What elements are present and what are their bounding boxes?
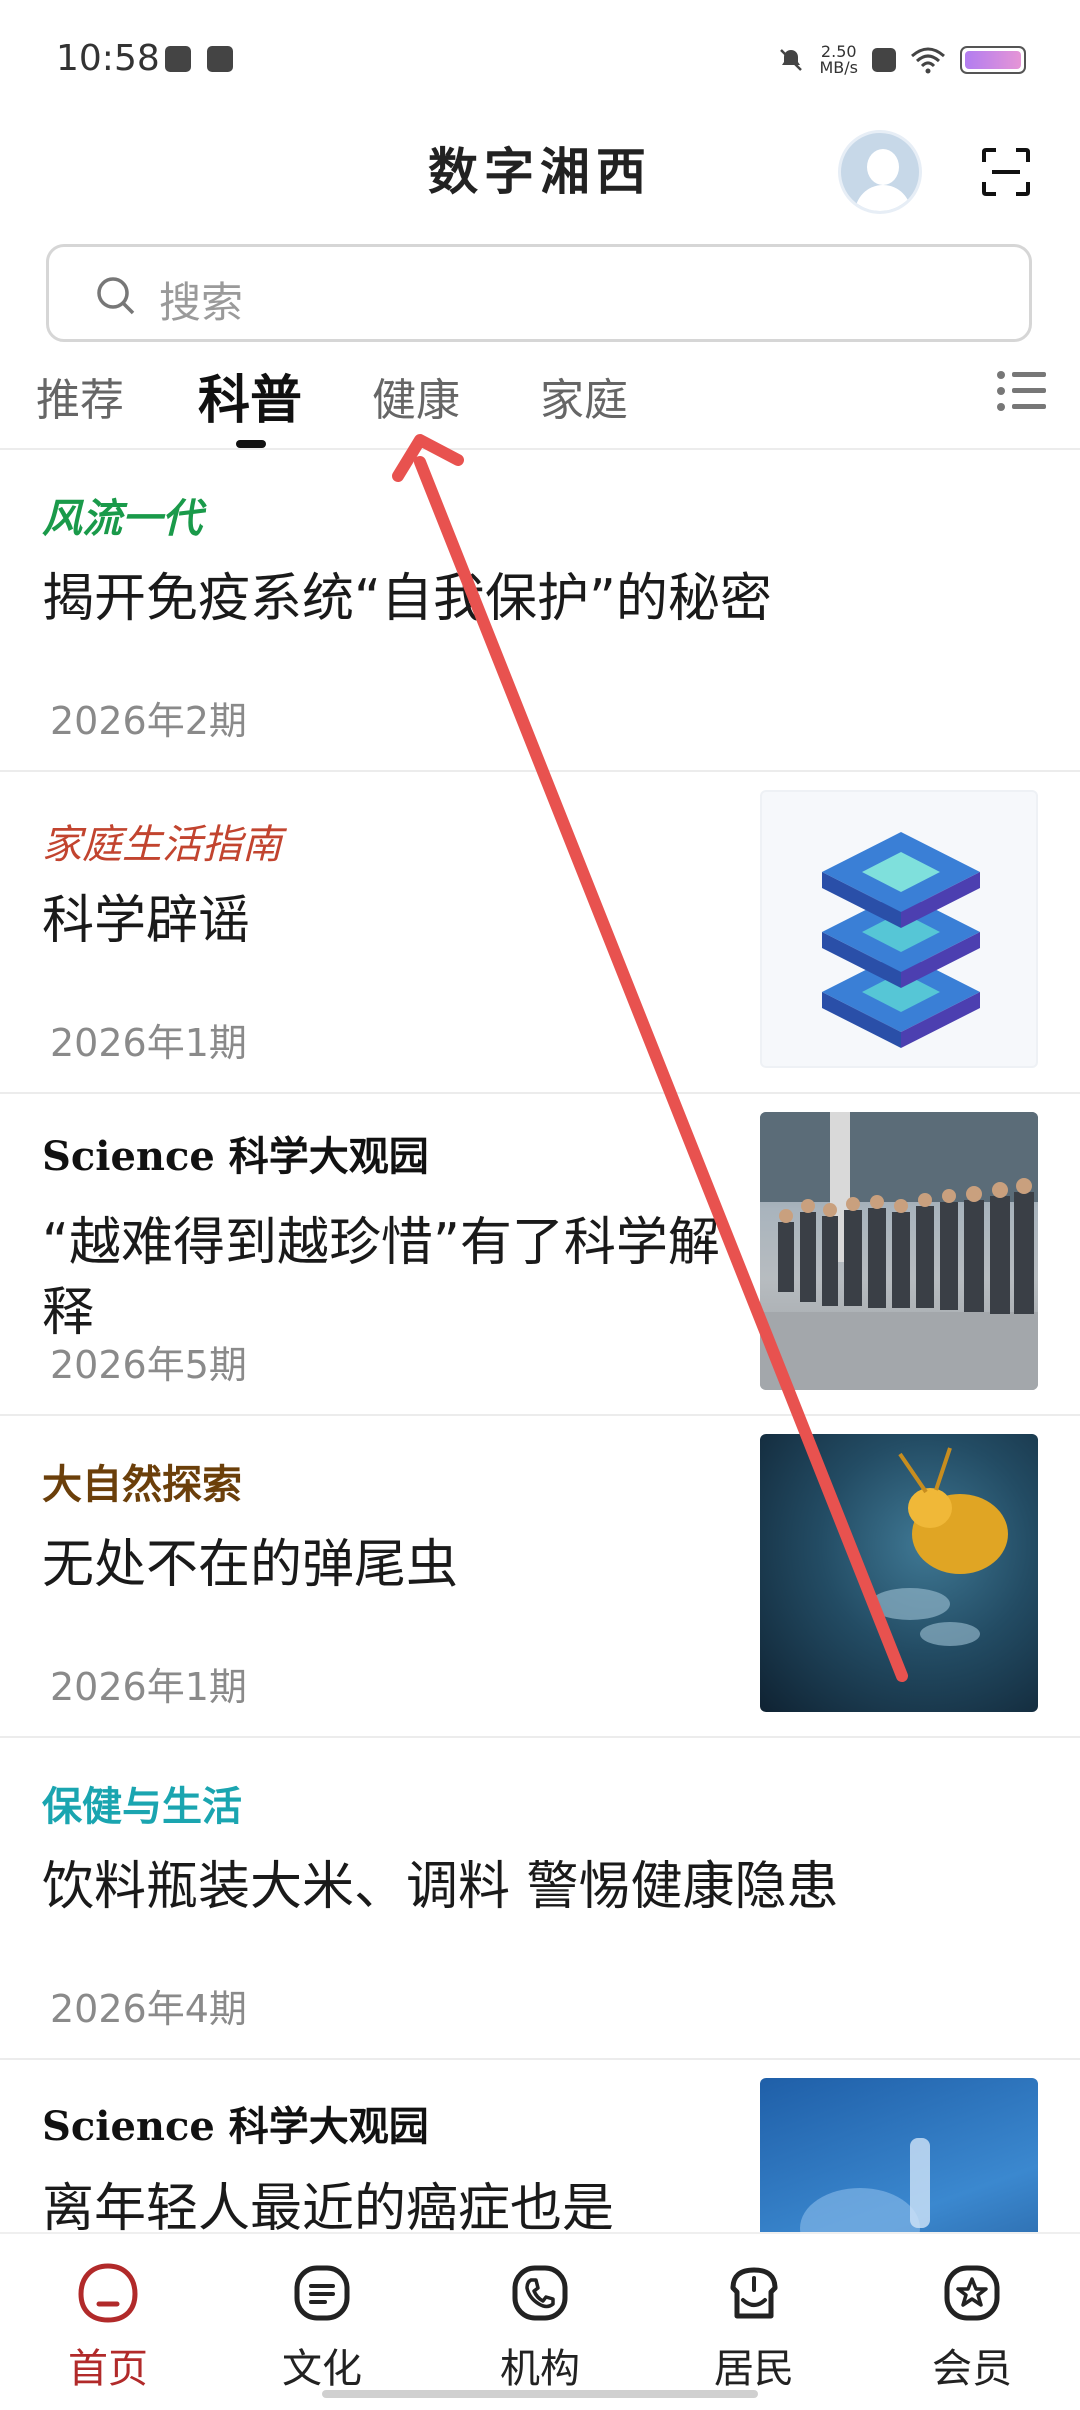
document-icon [294, 2265, 350, 2321]
list-item[interactable]: 大自然探索 无处不在的弹尾虫 2026年1期 [0, 1416, 1080, 1738]
article-issue: 2026年2期 [50, 699, 247, 743]
sim-icon [872, 48, 896, 72]
tab-family[interactable]: 家庭 [540, 364, 628, 428]
article-issue: 2026年4期 [50, 1987, 247, 2031]
wifi-icon [911, 47, 945, 74]
article-source: Science 科学大观园 [42, 2103, 429, 2150]
article-source: 家庭生活指南 [42, 822, 282, 868]
tab-science[interactable]: 科普 [198, 358, 302, 433]
nav-institutions[interactable]: 机构 [460, 2260, 620, 2394]
article-issue: 2026年1期 [50, 1021, 247, 1065]
article-thumbnail [760, 1112, 1038, 1390]
article-title: 离年轻人最近的癌症也是 [42, 2179, 615, 2232]
status-time: 10:58 [56, 38, 160, 79]
nav-member[interactable]: 会员 [892, 2260, 1052, 2394]
member-star-icon [944, 2265, 1000, 2321]
network-speed: 2.50 MB/s [819, 44, 858, 76]
list-item[interactable]: 保健与生活 饮料瓶装大米、调料 警惕健康隐患 2026年4期 [0, 1738, 1080, 2060]
nav-home-label: 首页 [68, 2346, 148, 2392]
tab-recommend[interactable]: 推荐 [36, 364, 124, 428]
search-placeholder: 搜索 [159, 278, 244, 327]
category-tabs: 推荐 科普 健康 家庭 [0, 350, 1080, 450]
article-thumbnail [760, 2078, 1038, 2232]
residents-icon [730, 2267, 778, 2319]
nav-member-label: 会员 [932, 2346, 1012, 2392]
article-thumbnail [760, 790, 1038, 1068]
search-input[interactable]: 搜索 [46, 244, 1032, 342]
mute-bell-icon [780, 49, 803, 71]
nav-culture-label: 文化 [282, 2346, 362, 2392]
article-title: “越难得到越珍惜”有了科学解释 [42, 1213, 720, 1343]
active-tab-indicator [236, 440, 266, 448]
home-indicator[interactable] [322, 2390, 758, 2398]
article-title: 揭开免疫系统“自我保护”的秘密 [42, 569, 772, 629]
category-menu-icon[interactable] [996, 370, 1046, 412]
list-item[interactable]: 家庭生活指南 科学辟谣 2026年1期 [0, 772, 1080, 1094]
tab-health[interactable]: 健康 [372, 364, 460, 428]
article-thumbnail [760, 1434, 1038, 1712]
scan-icon[interactable] [980, 146, 1032, 198]
article-issue: 2026年1期 [50, 1665, 247, 1709]
notification-icon [207, 46, 233, 72]
phone-icon [512, 2265, 568, 2321]
article-source: 保健与生活 [42, 1784, 242, 1830]
article-source: 风流一代 [42, 496, 202, 542]
article-title: 无处不在的弹尾虫 [42, 1535, 459, 1595]
avatar[interactable] [838, 130, 922, 214]
nav-residents[interactable]: 居民 [674, 2260, 834, 2394]
notification-icon [165, 46, 191, 72]
article-title: 饮料瓶装大米、调料 警惕健康隐患 [42, 1857, 839, 1917]
article-issue: 2026年5期 [50, 1343, 247, 1387]
network-speed-unit: MB/s [819, 58, 858, 77]
nav-culture[interactable]: 文化 [242, 2260, 402, 2394]
status-bar: 10:58 2.50 MB/s [0, 0, 1080, 120]
nav-home[interactable]: 首页 [28, 2260, 188, 2394]
battery-icon [960, 46, 1026, 74]
article-source: 大自然探索 [42, 1462, 242, 1508]
list-item[interactable]: 风流一代 揭开免疫系统“自我保护”的秘密 2026年2期 [0, 450, 1080, 772]
article-source: Science 科学大观园 [42, 1133, 429, 1180]
article-title: 科学辟谣 [42, 891, 251, 951]
home-icon [78, 2263, 138, 2323]
nav-institutions-label: 机构 [500, 2346, 580, 2392]
bottom-navigation: 首页 文化 机构 居民 会员 [0, 2232, 1080, 2410]
nav-residents-label: 居民 [714, 2346, 794, 2392]
list-item[interactable]: Science 科学大观园 离年轻人最近的癌症也是 [0, 2060, 1080, 2232]
list-item[interactable]: Science 科学大观园 “越难得到越珍惜”有了科学解释 2026年5期 [0, 1094, 1080, 1416]
search-icon [97, 277, 135, 315]
status-indicators: 2.50 MB/s [777, 40, 1026, 80]
